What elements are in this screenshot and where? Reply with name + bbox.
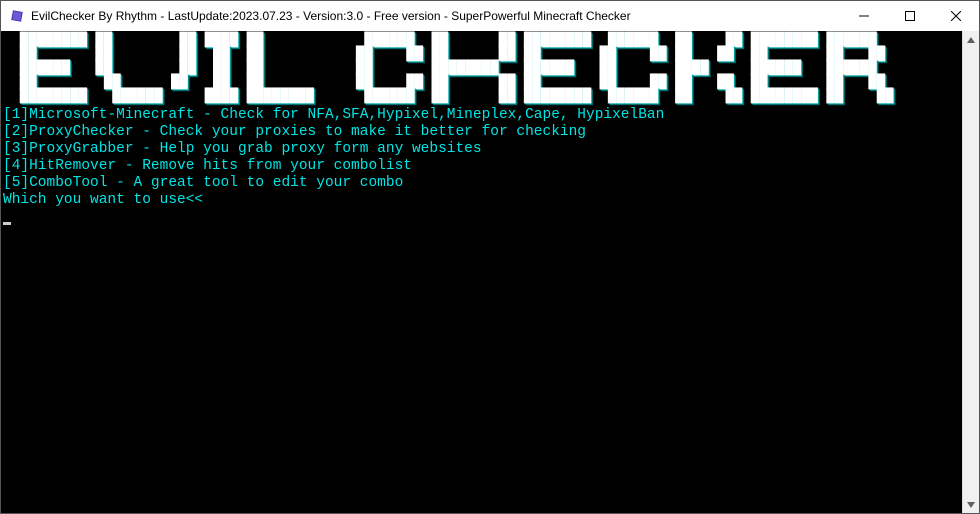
- app-window: EvilChecker By Rhythm - LastUpdate:2023.…: [0, 0, 980, 514]
- vertical-scrollbar[interactable]: [962, 31, 979, 513]
- titlebar[interactable]: EvilChecker By Rhythm - LastUpdate:2023.…: [1, 1, 979, 31]
- cursor: [3, 222, 11, 225]
- scroll-up-button[interactable]: [963, 31, 979, 48]
- scroll-track[interactable]: [963, 48, 979, 496]
- maximize-button[interactable]: [887, 1, 933, 31]
- menu-option-2: [2]ProxyChecker - Check your proxies to …: [3, 124, 586, 140]
- menu-option-3: [3]ProxyGrabber - Help you grab proxy fo…: [3, 141, 482, 157]
- window-controls: [841, 1, 979, 31]
- minimize-button[interactable]: [841, 1, 887, 31]
- menu-option-5: [5]ComboTool - A great tool to edit your…: [3, 175, 403, 191]
- console-area: ████████ ██ ██ ████ ██ ██████ ██ ██ ████…: [1, 31, 979, 513]
- menu-option-1: [1]Microsoft-Minecraft - Check for NFA,S…: [3, 107, 664, 123]
- scroll-down-button[interactable]: [963, 496, 979, 513]
- menu-prompt: Which you want to use<<: [3, 192, 203, 208]
- menu-option-4: [4]HitRemover - Remove hits from your co…: [3, 158, 412, 174]
- app-icon: [9, 8, 25, 24]
- ascii-banner: ████████ ██ ██ ████ ██ ██████ ██ ██ ████…: [3, 33, 962, 103]
- close-button[interactable]: [933, 1, 979, 31]
- console-output[interactable]: ████████ ██ ██ ████ ██ ██████ ██ ██ ████…: [1, 31, 962, 513]
- window-title: EvilChecker By Rhythm - LastUpdate:2023.…: [31, 9, 841, 23]
